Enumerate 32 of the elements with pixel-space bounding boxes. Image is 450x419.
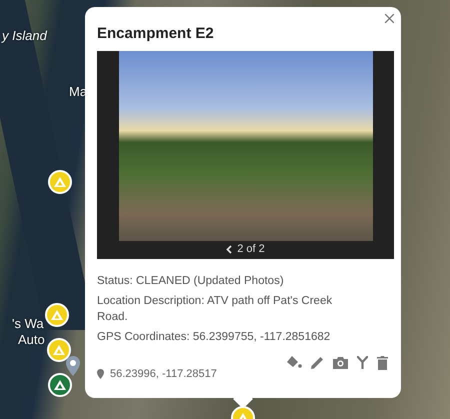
paint-bucket-icon	[287, 356, 302, 370]
popup-title: Encampment E2	[97, 25, 214, 42]
close-icon	[385, 14, 394, 23]
map-label: Ma	[69, 84, 88, 99]
map-marker[interactable]	[48, 373, 72, 397]
map-marker[interactable]	[47, 338, 71, 362]
tent-icon	[54, 380, 66, 390]
detail-text: Location Description: ATV path off Pat's Creek Road.	[97, 294, 334, 325]
location-pin-icon	[97, 369, 104, 379]
tent-icon	[51, 310, 63, 320]
map-label: Auto	[18, 332, 45, 347]
trash-icon	[377, 356, 388, 370]
map-pin-icon[interactable]	[66, 356, 80, 376]
map-label: y Island	[2, 28, 47, 43]
tent-icon	[54, 177, 66, 187]
map-label: 's Wa	[12, 316, 44, 331]
pencil-icon	[311, 356, 324, 369]
edit-button[interactable]	[311, 356, 324, 370]
camera-button[interactable]	[333, 356, 348, 370]
map-marker[interactable]	[48, 170, 72, 194]
coordinates-text: 56.23996, -117.28517	[110, 368, 217, 380]
photo-counter: 2 of 2	[237, 243, 265, 255]
delete-button[interactable]	[377, 356, 388, 370]
fork-icon	[357, 356, 368, 369]
camera-icon	[333, 356, 348, 369]
branch-button[interactable]	[357, 356, 368, 370]
fill-color-button[interactable]	[287, 356, 302, 370]
tent-icon	[53, 345, 65, 355]
detail-text: GPS Coordinates: 56.2399755, -117.2851682	[97, 330, 332, 345]
detail-text: Status: CLEANED (Updated Photos)	[97, 274, 285, 289]
chevron-left-icon	[226, 244, 232, 254]
previous-button[interactable]	[226, 244, 232, 254]
